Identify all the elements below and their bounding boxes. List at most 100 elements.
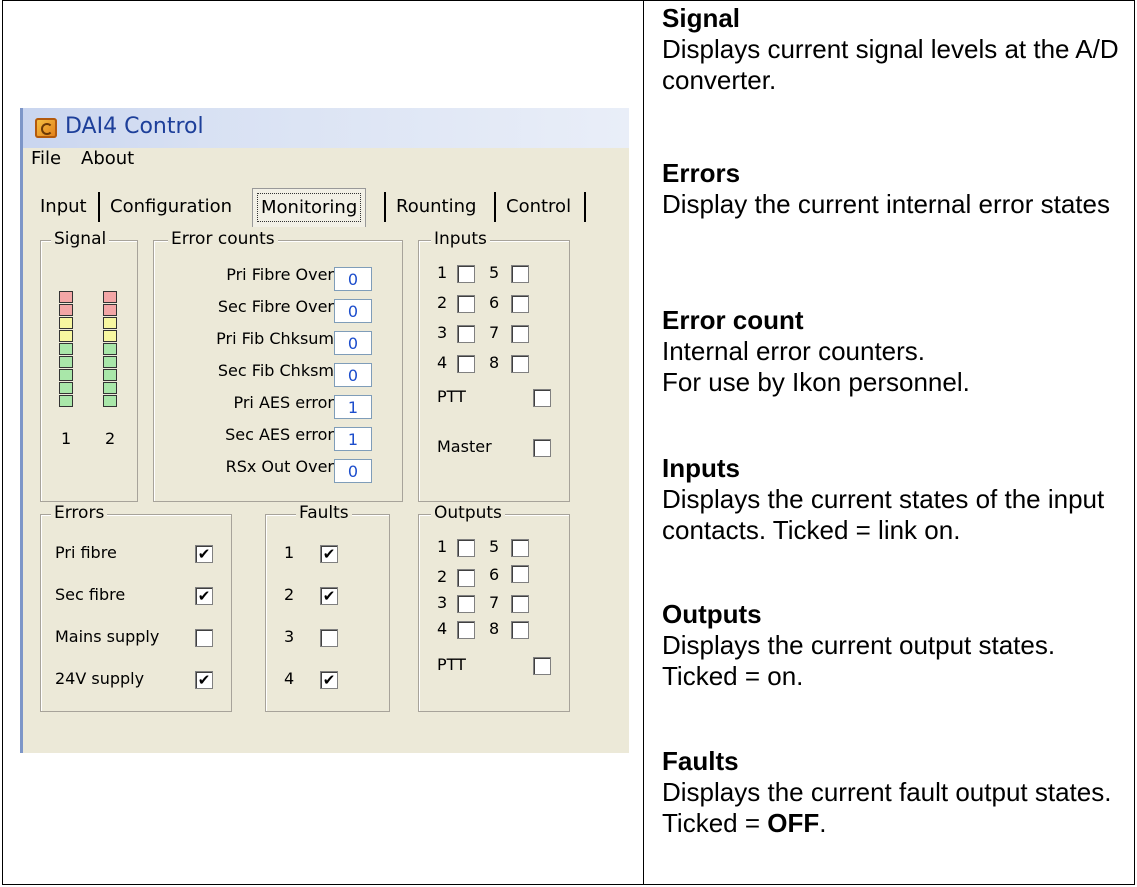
tab-separator: [98, 192, 100, 222]
fault-4-checkbox[interactable]: ✔: [320, 671, 338, 689]
input-number: 7: [489, 323, 500, 342]
errors-group-label: Errors: [51, 503, 108, 523]
desc-text: Displays the current states of the input…: [662, 484, 1105, 545]
window-title: DAI4 Control: [65, 114, 204, 139]
signal-meter-1: [59, 291, 73, 408]
menu-bar: File About: [20, 148, 629, 174]
fault-1-checkbox[interactable]: ✔: [320, 545, 338, 563]
fault-number: 3: [284, 627, 295, 646]
output-ptt-checkbox[interactable]: [533, 657, 551, 675]
output-8-checkbox[interactable]: [511, 621, 529, 639]
title-bar[interactable]: DAI4 Control: [20, 108, 629, 148]
output-7-checkbox[interactable]: [511, 595, 529, 613]
desc-text-part: .: [819, 808, 827, 838]
input-2-checkbox[interactable]: [457, 295, 475, 313]
input-7-checkbox[interactable]: [511, 325, 529, 343]
error-label: Mains supply: [55, 627, 160, 646]
input-4-checkbox[interactable]: [457, 355, 475, 373]
error-count-value: 1: [334, 395, 372, 419]
menu-about[interactable]: About: [81, 148, 134, 169]
desc-outputs: Outputs Displays the current output stat…: [662, 599, 1132, 692]
desc-text: Internal error counters. For use by Ikon…: [662, 336, 970, 397]
output-2-checkbox[interactable]: [457, 569, 475, 587]
desc-title: Outputs: [662, 599, 762, 629]
error-pri-fibre-checkbox[interactable]: ✔: [195, 545, 213, 563]
output-4-checkbox[interactable]: [457, 621, 475, 639]
input-8-checkbox[interactable]: [511, 355, 529, 373]
tab-configuration[interactable]: Configuration: [110, 188, 232, 226]
error-count-label: Pri Fib Chksum: [216, 329, 334, 348]
tab-input[interactable]: Input: [40, 188, 87, 226]
table-column-divider: [643, 0, 644, 885]
menu-file[interactable]: File: [31, 148, 61, 169]
output-ptt-label: PTT: [437, 655, 466, 674]
tab-control[interactable]: Control: [506, 188, 571, 226]
tab-separator: [584, 192, 586, 222]
fault-number: 2: [284, 585, 295, 604]
desc-text-part: Displays the current fault output states…: [662, 777, 1112, 838]
input-master-label: Master: [437, 437, 492, 456]
desc-title: Inputs: [662, 453, 740, 483]
input-number: 1: [437, 263, 448, 282]
signal-group: Signal 1 2: [40, 229, 138, 502]
input-5-checkbox[interactable]: [511, 265, 529, 283]
input-ptt-label: PTT: [437, 387, 466, 406]
faults-group: Faults 1 ✔ 2 ✔ 3 4 ✔: [265, 503, 390, 712]
signal-group-label: Signal: [51, 229, 110, 249]
errors-group: Errors Pri fibre ✔ Sec fibre ✔ Mains sup…: [40, 503, 232, 712]
error-count-value: 0: [334, 299, 372, 323]
faults-group-label: Faults: [296, 503, 352, 523]
tab-monitoring[interactable]: Monitoring: [252, 188, 367, 227]
desc-signal: Signal Displays current signal levels at…: [662, 3, 1132, 96]
output-6-checkbox[interactable]: [511, 565, 529, 583]
desc-error-count: Error count Internal error counters. For…: [662, 305, 1132, 398]
output-5-checkbox[interactable]: [511, 539, 529, 557]
dai4-control-window: DAI4 Control File About Input Configurat…: [20, 108, 629, 753]
outputs-group-label: Outputs: [431, 503, 505, 523]
error-count-label: Pri Fibre Over: [226, 265, 334, 284]
inputs-group-label: Inputs: [431, 229, 490, 249]
fault-2-checkbox[interactable]: ✔: [320, 587, 338, 605]
desc-text: Displays the current fault output states…: [662, 777, 1132, 839]
error-count-label: Sec Fibre Over: [217, 297, 334, 316]
tab-separator: [384, 192, 386, 222]
input-1-checkbox[interactable]: [457, 265, 475, 283]
error-counts-group-label: Error counts: [168, 229, 278, 249]
desc-errors: Errors Display the current internal erro…: [662, 158, 1132, 220]
output-number: 1: [437, 537, 448, 556]
output-number: 8: [489, 619, 500, 638]
desc-text: Displays the current output states. Tick…: [662, 630, 1056, 691]
input-master-checkbox[interactable]: [533, 439, 551, 457]
output-number: 2: [437, 567, 448, 586]
error-sec-fibre-checkbox[interactable]: ✔: [195, 587, 213, 605]
signal-channel-label: 2: [105, 429, 116, 448]
output-1-checkbox[interactable]: [457, 539, 475, 557]
desc-title: Signal: [662, 3, 741, 33]
desc-title: Errors: [662, 158, 741, 188]
error-count-value: 0: [334, 459, 372, 483]
input-6-checkbox[interactable]: [511, 295, 529, 313]
input-3-checkbox[interactable]: [457, 325, 475, 343]
signal-meter-2: [103, 291, 117, 408]
input-number: 3: [437, 323, 448, 342]
output-number: 4: [437, 619, 448, 638]
output-3-checkbox[interactable]: [457, 595, 475, 613]
input-number: 4: [437, 353, 448, 372]
error-count-label: Sec Fib Chksm: [217, 361, 334, 380]
output-number: 3: [437, 593, 448, 612]
error-count-label: RSx Out Over: [225, 457, 334, 476]
input-number: 8: [489, 353, 500, 372]
error-label: 24V supply: [55, 669, 145, 688]
desc-title: Error count: [662, 305, 804, 335]
error-label: Sec fibre: [55, 585, 126, 604]
error-count-value: 0: [334, 267, 372, 291]
fault-number: 1: [284, 543, 295, 562]
error-label: Pri fibre: [55, 543, 117, 562]
error-mains-supply-checkbox[interactable]: [195, 629, 213, 647]
tab-separator: [494, 192, 496, 222]
signal-channel-label: 1: [61, 429, 72, 448]
fault-3-checkbox[interactable]: [320, 629, 338, 647]
tab-rounting[interactable]: Rounting: [396, 188, 476, 226]
input-ptt-checkbox[interactable]: [533, 389, 551, 407]
error-24v-supply-checkbox[interactable]: ✔: [195, 671, 213, 689]
